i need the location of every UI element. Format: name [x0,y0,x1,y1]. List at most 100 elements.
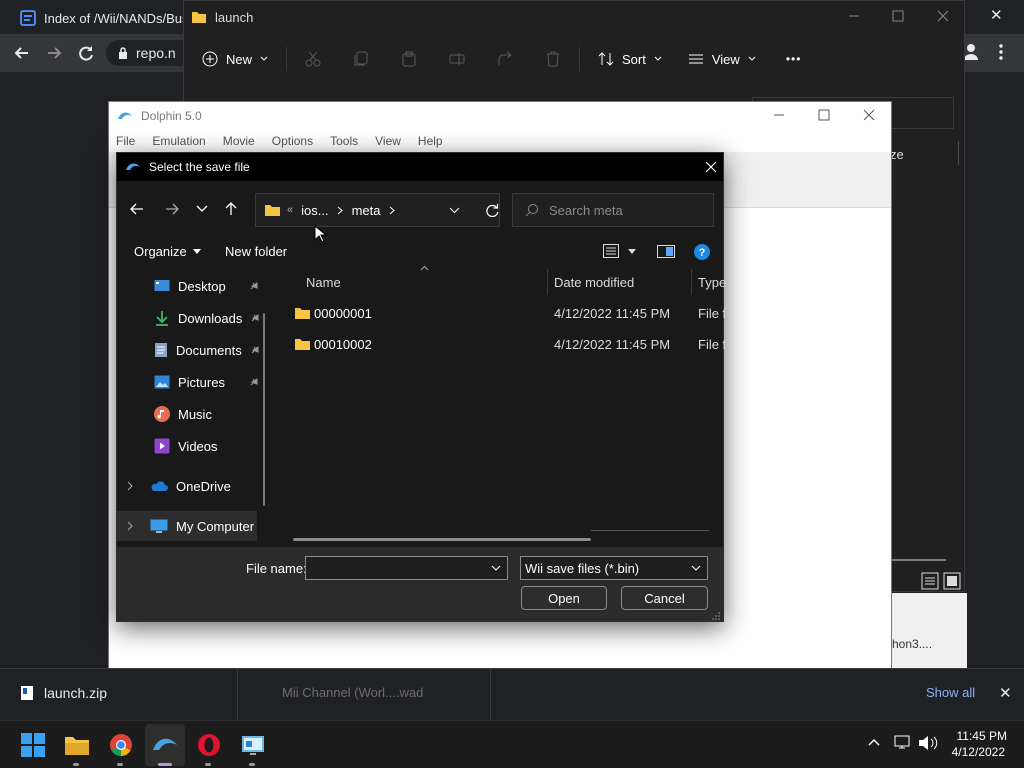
file-date: 4/12/2022 11:45 PM [554,306,671,321]
download-icon [154,310,170,326]
column-date-modified[interactable]: Date modified [554,269,634,295]
sidebar-item-downloads[interactable]: Downloads [117,303,267,333]
volume-icon[interactable] [918,735,938,751]
dialog-close-icon[interactable] [705,161,717,173]
cut-icon[interactable] [305,51,321,67]
plus-icon [202,51,218,67]
file-explorer-icon[interactable] [63,731,91,766]
back-icon[interactable] [123,195,151,223]
filetype-select[interactable]: Wii save files (*.bin) [520,556,708,580]
dolphin-logo-icon [125,161,141,173]
address-bar[interactable]: « ios... meta [255,193,500,227]
organize-button[interactable]: Organize [134,244,201,259]
file-row[interactable]: 00000001 4/12/2022 11:45 PM File fo [277,298,725,328]
chevron-right-icon[interactable] [127,481,133,491]
horizontal-scrollbar[interactable] [293,538,591,541]
help-icon[interactable]: ? [694,244,710,260]
menu-help[interactable]: Help [418,134,443,148]
recent-chevron-down-icon[interactable] [188,195,216,223]
download-filename-2[interactable]: Mii Channel (Worl....wad [282,685,423,700]
downloads-close-button[interactable]: ✕ [999,684,1012,702]
minimize-icon[interactable] [773,109,785,121]
sidebar-label: Documents [176,342,242,358]
view-button[interactable]: View [688,52,756,67]
breadcrumb-meta[interactable]: meta [352,203,381,218]
maximize-icon[interactable] [818,109,830,121]
new-folder-button[interactable]: New folder [225,244,287,259]
show-all-link[interactable]: Show all [926,685,975,700]
open-button[interactable]: Open [521,586,607,610]
new-button[interactable]: New [202,51,268,67]
reload-icon[interactable] [76,43,96,63]
column-type[interactable]: Type [698,269,726,295]
menu-file[interactable]: File [116,134,135,148]
refresh-icon[interactable] [485,203,499,217]
running-indicator [249,763,255,766]
maximize-icon[interactable] [892,10,904,22]
clock-time[interactable]: 11:45 PM [955,729,1007,743]
resize-grip-icon[interactable] [712,612,720,620]
sort-button[interactable]: Sort [598,51,662,67]
cancel-button[interactable]: Cancel [621,586,708,610]
clock-date[interactable]: 4/12/2022 [951,745,1005,759]
tray-chevron-up-icon[interactable] [868,738,880,746]
delete-icon[interactable] [545,51,561,67]
address-chevron-down-icon[interactable] [449,207,460,214]
column-name[interactable]: Name [306,269,341,295]
sidebar-item-my-computer[interactable]: My Computer [117,511,257,541]
sidebar-item-desktop[interactable]: Desktop [117,271,267,301]
profile-icon[interactable] [963,43,979,61]
up-icon[interactable] [217,195,245,223]
preview-pane-icon[interactable] [657,245,675,258]
change-view-button[interactable] [603,244,636,258]
breadcrumb-overflow[interactable]: « [287,204,293,216]
browser-tab[interactable]: Index of /Wii/NANDs/Busl [8,4,191,32]
menu-emulation[interactable]: Emulation [152,134,205,148]
rename-icon[interactable] [449,51,465,67]
paste-icon[interactable] [401,51,417,67]
start-windows-icon[interactable] [19,731,47,759]
menu-movie[interactable]: Movie [223,134,255,148]
chrome-icon[interactable] [107,731,135,766]
more-button[interactable]: ••• [786,52,802,66]
filename-field[interactable] [305,556,508,580]
browser-close-button[interactable]: ✕ [990,6,1003,24]
sidebar-item-onedrive[interactable]: OneDrive [117,471,267,501]
share-icon[interactable] [497,51,513,67]
copy-icon[interactable] [353,51,369,67]
close-icon[interactable] [863,109,875,121]
forward-icon[interactable] [158,195,186,223]
document-icon [154,342,168,358]
menu-options[interactable]: Options [272,134,313,148]
menu-tools[interactable]: Tools [330,134,358,148]
breadcrumb-ios[interactable]: ios... [301,203,328,218]
search-input[interactable]: Search meta [512,193,714,227]
column-size: ze [890,147,904,162]
network-icon[interactable] [894,734,912,750]
control-panel-icon[interactable] [239,731,267,766]
sidebar-item-music[interactable]: Music [117,399,267,429]
file-row[interactable]: 00010002 4/12/2022 11:45 PM File fo [277,329,725,359]
download-item[interactable]: launch.zip [20,685,107,701]
dolphin-taskbar-icon[interactable] [151,731,179,766]
chevron-right-icon[interactable] [127,521,133,531]
opera-icon[interactable] [195,731,223,766]
save-file-dialog: Select the save file « ios... meta Searc… [116,152,726,622]
sidebar-item-videos[interactable]: Videos [117,431,267,461]
minimize-icon[interactable] [848,10,860,22]
tiles-view-icon[interactable] [943,572,961,590]
forward-icon[interactable] [44,43,64,63]
chevron-down-icon[interactable] [491,565,501,571]
details-view-icon[interactable] [921,572,939,590]
sidebar-item-documents[interactable]: Documents [117,335,267,365]
sidebar-scrollbar[interactable] [263,313,265,506]
close-icon[interactable] [937,10,949,22]
chevron-right-icon [389,206,395,215]
back-icon[interactable] [12,43,32,63]
sidebar-item-pictures[interactable]: Pictures [117,367,267,397]
chevron-down-icon [654,56,662,62]
dolphin-title: Dolphin 5.0 [141,109,202,123]
browser-menu-icon[interactable] [998,44,1004,60]
menu-view[interactable]: View [375,134,401,148]
scrollbar[interactable] [892,559,946,561]
